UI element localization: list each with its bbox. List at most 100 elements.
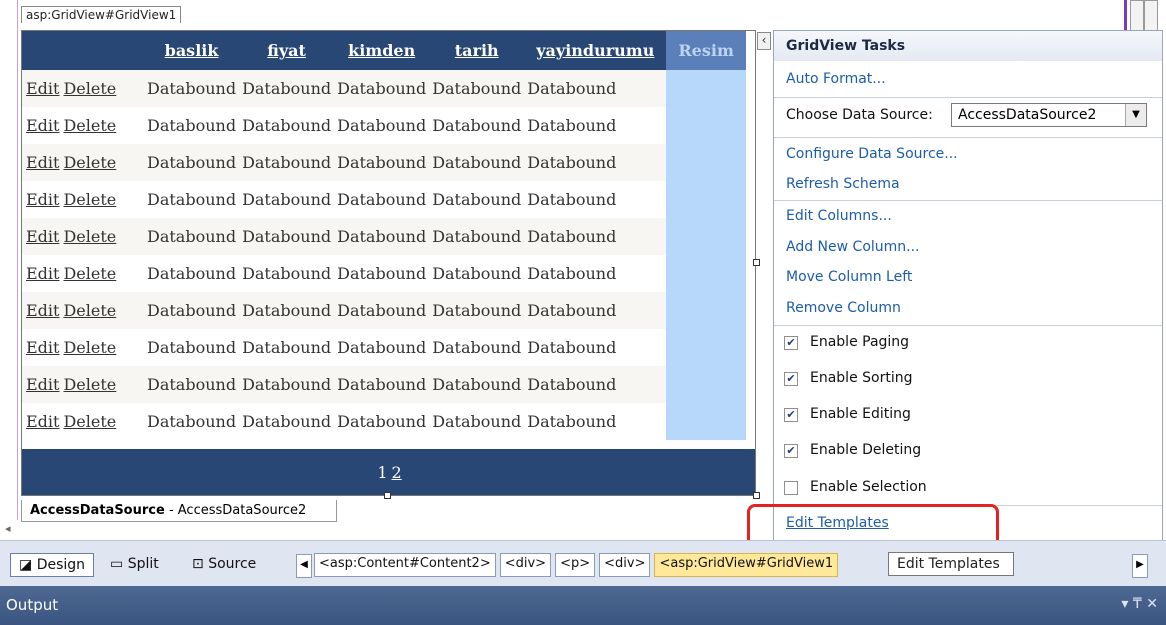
delete-link[interactable]: Delete: [63, 264, 116, 283]
edit-link[interactable]: Edit: [26, 190, 59, 209]
row-actions-cell: Edit Delete: [22, 366, 144, 403]
source-view-button[interactable]: ⊡ Source: [192, 553, 256, 577]
datasource-selected-value: AccessDataSource2: [958, 107, 1097, 123]
table-cell: Databound: [144, 292, 240, 329]
delete-link[interactable]: Delete: [63, 375, 116, 394]
table-row: Edit Delete Databound Databound Databound Dat…: [22, 292, 746, 329]
scroll-left-icon[interactable]: ◂: [5, 522, 11, 535]
grid-header-fiyat[interactable]: fiyat: [239, 31, 335, 70]
table-cell: Databound: [144, 366, 240, 403]
table-cell: Databound: [429, 292, 525, 329]
table-cell: Databound: [334, 366, 430, 403]
resim-cell: [666, 255, 746, 292]
check-icon: ✔: [786, 336, 796, 349]
move-column-left-link[interactable]: Move Column Left: [786, 269, 912, 285]
enable-deleting-label: Enable Deleting: [810, 442, 922, 458]
edit-link[interactable]: Edit: [26, 264, 59, 283]
row-actions-cell: Edit Delete: [22, 218, 144, 255]
resim-cell: [666, 144, 746, 181]
grid-header-baslik[interactable]: baslik: [144, 31, 240, 70]
delete-link[interactable]: Delete: [63, 338, 116, 357]
edit-link[interactable]: Edit: [26, 79, 59, 98]
grid-header-tarih[interactable]: tarih: [429, 31, 525, 70]
margin-scroll-box[interactable]: [1130, 0, 1144, 32]
edit-link[interactable]: Edit: [26, 301, 59, 320]
delete-link[interactable]: Delete: [63, 190, 116, 209]
table-cell: Databound: [144, 329, 240, 366]
table-row: Edit Delete Databound Databound Databound Dat…: [22, 403, 746, 440]
split-label: Split: [127, 556, 159, 572]
designer-left-margin: [0, 0, 18, 520]
table-cell: Databound: [144, 255, 240, 292]
resize-handle[interactable]: [753, 259, 760, 266]
panel-controls-icon[interactable]: ▾ ₸ ✕: [1121, 596, 1158, 612]
edit-columns-link[interactable]: Edit Columns...: [786, 208, 892, 224]
chevron-down-icon[interactable]: ▼: [1125, 104, 1146, 126]
resize-handle[interactable]: [753, 492, 760, 499]
row-actions-cell: Edit Delete: [22, 403, 144, 440]
delete-link[interactable]: Delete: [63, 79, 116, 98]
table-cell: Databound: [524, 107, 667, 144]
crumb-back-icon[interactable]: ◀: [296, 554, 312, 578]
enable-deleting-checkbox[interactable]: ✔: [784, 444, 798, 458]
collapse-tasks-icon[interactable]: ‹: [757, 32, 771, 50]
control-tag-label[interactable]: asp:GridView#GridView1: [21, 6, 182, 23]
edit-link[interactable]: Edit: [26, 375, 59, 394]
enable-editing-checkbox[interactable]: ✔: [784, 408, 798, 422]
breadcrumb-item[interactable]: <p>: [555, 553, 596, 577]
divider: [774, 137, 1162, 138]
grid-header-kimden[interactable]: kimden: [334, 31, 430, 70]
table-cell: Databound: [144, 107, 240, 144]
enable-paging-label: Enable Paging: [810, 334, 910, 350]
resim-cell: [666, 403, 746, 440]
delete-link[interactable]: Delete: [63, 153, 116, 172]
resim-cell: [666, 329, 746, 366]
delete-link[interactable]: Delete: [63, 116, 116, 135]
resim-cell: [666, 218, 746, 255]
grid-body: Edit Delete Databound Databound Databound Dat…: [22, 70, 746, 440]
enable-selection-checkbox[interactable]: [784, 481, 798, 495]
access-datasource-control[interactable]: AccessDataSource - AccessDataSource2: [21, 500, 337, 522]
auto-format-link[interactable]: Auto Format...: [786, 71, 886, 87]
table-cell: Databound: [334, 292, 430, 329]
delete-link[interactable]: Delete: [63, 227, 116, 246]
breadcrumb-item[interactable]: <div>: [499, 553, 552, 577]
breadcrumb-item[interactable]: <asp:Content#Content2>: [314, 553, 496, 577]
edit-link[interactable]: Edit: [26, 412, 59, 431]
grid-header-yayindurumu[interactable]: yayindurumu: [524, 31, 667, 70]
enable-paging-checkbox[interactable]: ✔: [784, 336, 798, 350]
table-cell: Databound: [239, 292, 335, 329]
remove-column-link[interactable]: Remove Column: [786, 300, 901, 316]
datasource-id: - AccessDataSource2: [164, 503, 307, 518]
row-actions-cell: Edit Delete: [22, 181, 144, 218]
enable-editing-label: Enable Editing: [810, 406, 911, 422]
configure-datasource-link[interactable]: Configure Data Source...: [786, 146, 958, 162]
breadcrumb-item[interactable]: <div>: [599, 553, 651, 577]
design-view-button[interactable]: ◪ Design: [10, 553, 95, 577]
edit-link[interactable]: Edit: [26, 227, 59, 246]
edit-link[interactable]: Edit: [26, 116, 59, 135]
table-cell: Databound: [239, 107, 335, 144]
table-cell: Databound: [524, 218, 667, 255]
refresh-schema-link[interactable]: Refresh Schema: [786, 176, 900, 192]
edit-link[interactable]: Edit: [26, 153, 59, 172]
resim-cell: [666, 107, 746, 144]
split-view-button[interactable]: ▭ Split: [110, 553, 159, 577]
breadcrumb-item-selected[interactable]: <asp:GridView#GridView1: [654, 553, 839, 577]
check-icon: ✔: [786, 372, 796, 385]
divider: [774, 325, 1162, 326]
delete-link[interactable]: Delete: [63, 412, 116, 431]
enable-sorting-checkbox[interactable]: ✔: [784, 372, 798, 386]
table-row: Edit Delete Databound Databound Databound Dat…: [22, 329, 746, 366]
margin-scroll-box[interactable]: [1144, 0, 1158, 32]
edit-templates-tooltip: Edit Templates: [888, 552, 1014, 576]
gridview-tasks-panel: GridView Tasks Auto Format... Choose Dat…: [773, 30, 1163, 545]
add-new-column-link[interactable]: Add New Column...: [786, 239, 920, 255]
gridview[interactable]: baslik fiyat kimden tarih yayindurumu Re…: [21, 30, 756, 496]
edit-link[interactable]: Edit: [26, 338, 59, 357]
resize-handle[interactable]: [384, 492, 391, 499]
datasource-dropdown[interactable]: AccessDataSource2 ▼: [951, 103, 1147, 127]
delete-link[interactable]: Delete: [63, 301, 116, 320]
crumb-forward-icon[interactable]: ▶: [1132, 554, 1148, 578]
pager-page-link[interactable]: 2: [392, 463, 402, 482]
